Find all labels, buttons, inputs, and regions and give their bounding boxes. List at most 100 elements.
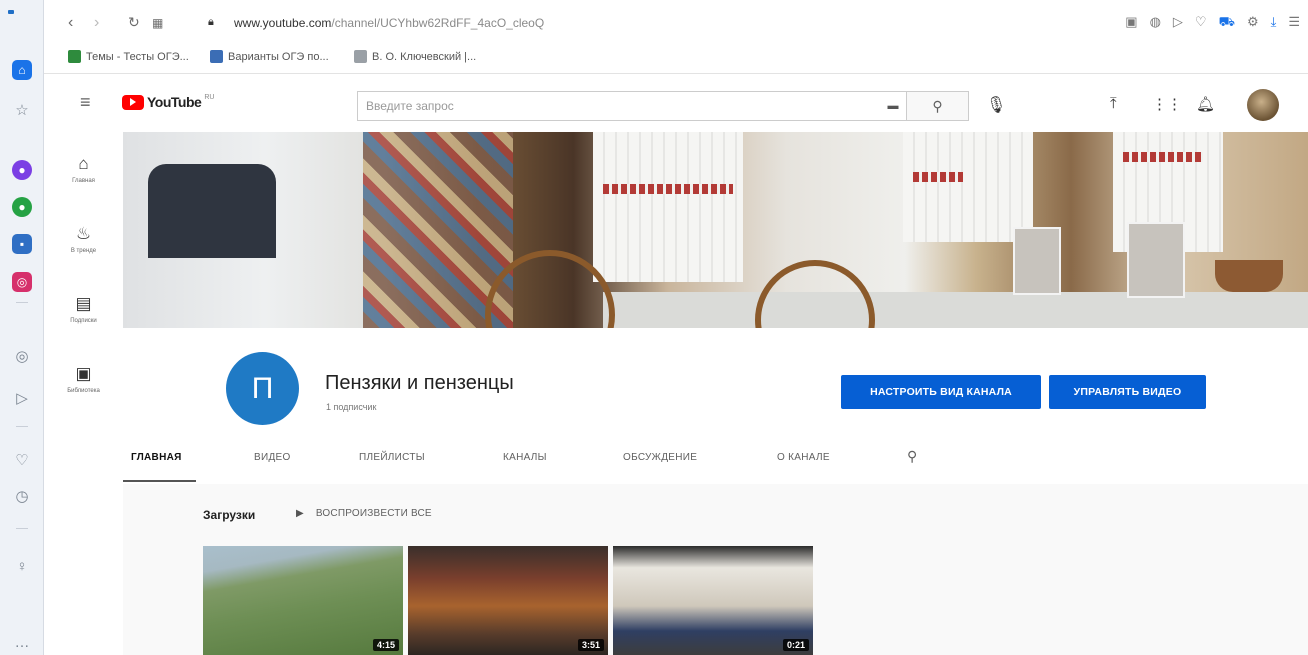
banner-pot <box>1215 260 1283 292</box>
home-icon: ⌂ <box>78 154 89 173</box>
whatsapp-icon[interactable]: ● <box>12 197 32 217</box>
download-icon[interactable]: ⤓ <box>1271 14 1277 32</box>
search-icon: ⚲ <box>932 97 943 114</box>
screenshot-icon[interactable]: ▣ <box>1125 14 1137 32</box>
heart-icon[interactable]: ♡ <box>1195 14 1207 32</box>
shelf-title[interactable]: Загрузки <box>203 508 255 522</box>
forward-icon[interactable]: › <box>94 14 99 32</box>
tab-discussion[interactable]: ОБСУЖДЕНИЕ <box>623 452 697 463</box>
youtube-masthead: ≡ YouTube RU ▬ ⚲ 🎙︎ ⤒ ⋮⋮ 🔔︎ <box>44 74 1308 132</box>
banner-cloth <box>903 132 1033 242</box>
guide-item-home[interactable]: ⌂ Главная <box>44 154 123 184</box>
vk-icon[interactable]: ▪ <box>12 234 32 254</box>
trending-icon: ♨ <box>75 224 92 243</box>
guide-label: Главная <box>72 178 95 184</box>
microphone-icon[interactable]: 🎙︎ <box>986 95 1006 115</box>
browser-window: ⌂ ☆ ● ● ▪ ◎ ◎ ▷ ♡ ◷ ♀ … ‹ › ↻ ▦ 🔒︎ www.y… <box>0 0 1308 655</box>
heart-icon[interactable]: ♡ <box>12 450 32 470</box>
video-thumbnail[interactable]: 0:21 <box>613 546 813 655</box>
active-tab-underline <box>123 480 196 482</box>
banner-embroidery <box>603 184 733 194</box>
video-thumbnail[interactable]: 3:51 <box>408 546 608 655</box>
more-icon[interactable]: … <box>12 632 32 652</box>
url-path: /channel/UCYhbw62RdFF_4acO_cleoQ <box>331 16 545 30</box>
search-box: ▬ ⚲ <box>357 91 969 121</box>
search-input[interactable] <box>358 92 880 120</box>
guide-item-subscriptions[interactable]: ▤ Подписки <box>44 294 123 324</box>
channel-header: П Пензяки и пензенцы 1 подписчик НАСТРОИ… <box>123 328 1308 484</box>
cart-icon[interactable]: ⛟ <box>1219 14 1235 32</box>
channel-content: Загрузки ▶ ВОСПРОИЗВЕСТИ ВСЕ 4:15 3:51 0… <box>123 484 1308 655</box>
video-duration: 4:15 <box>372 639 399 651</box>
menu-icon[interactable]: ≡ <box>80 92 91 113</box>
banner-cloth <box>593 132 743 282</box>
logo-wordmark: YouTube <box>147 94 202 110</box>
play-all-button[interactable]: ▶ ВОСПРОИЗВЕСТИ ВСЕ <box>296 508 432 519</box>
lock-icon: 🔒︎ <box>208 16 214 28</box>
youtube-guide: ⌂ Главная ♨ В тренде ▤ Подписки ▣ Библио… <box>44 132 123 655</box>
notifications-bell-icon[interactable]: 🔔︎ <box>1196 95 1215 113</box>
channel-tabs: ГЛАВНАЯ ВИДЕО ПЛЕЙЛИСТЫ КАНАЛЫ ОБСУЖДЕНИ… <box>123 444 1023 482</box>
customize-channel-button[interactable]: НАСТРОИТЬ ВИД КАНАЛА <box>841 375 1041 409</box>
tab-videos[interactable]: ВИДЕО <box>254 452 291 463</box>
tabs-grid-icon[interactable]: ▦ <box>152 16 163 30</box>
url-domain: www.youtube.com <box>234 16 332 30</box>
bookmark-favicon-icon <box>354 50 367 63</box>
menu-icon[interactable]: ☰ <box>1288 14 1300 32</box>
video-duration: 0:21 <box>782 639 809 651</box>
history-icon[interactable]: ◎ <box>12 346 32 366</box>
send-icon[interactable]: ▷ <box>1173 14 1183 32</box>
home-icon[interactable]: ⌂ <box>12 60 32 80</box>
banner-embroidery <box>1123 152 1203 162</box>
search-button[interactable]: ⚲ <box>906 92 968 120</box>
browser-toolbar: ‹ › ↻ ▦ 🔒︎ www.youtube.com/channel/UCYhb… <box>44 0 1308 74</box>
guide-label: Библиотека <box>67 388 100 394</box>
tab-home[interactable]: ГЛАВНАЯ <box>131 452 182 463</box>
address-bar[interactable]: www.youtube.com/channel/UCYhbw62RdFF_4ac… <box>234 16 544 30</box>
library-icon: ▣ <box>75 364 92 383</box>
play-icon: ▶ <box>296 508 304 519</box>
sidebar-divider <box>16 528 28 529</box>
send-icon[interactable]: ▷ <box>12 388 32 408</box>
bookmark-label: Варианты ОГЭ по... <box>228 50 329 63</box>
tab-playlists[interactable]: ПЛЕЙЛИСТЫ <box>359 452 425 463</box>
apps-grid-icon[interactable]: ⋮⋮ <box>1152 95 1182 113</box>
bookmark-item[interactable]: Варианты ОГЭ по... <box>210 50 329 63</box>
guide-item-trending[interactable]: ♨ В тренде <box>44 224 123 254</box>
channel-search-icon[interactable]: ⚲ <box>907 448 917 465</box>
browser-sidebar: ⌂ ☆ ● ● ▪ ◎ ◎ ▷ ♡ ◷ ♀ … <box>0 0 44 655</box>
channel-avatar[interactable]: П <box>226 352 299 425</box>
channel-banner <box>123 132 1308 328</box>
clock-icon[interactable]: ◷ <box>12 486 32 506</box>
reload-icon[interactable]: ↻ <box>128 14 140 31</box>
keyboard-icon[interactable]: ▬ <box>880 100 906 112</box>
banner-spinning-wheel <box>755 260 875 328</box>
shield-icon[interactable]: ◍ <box>1150 14 1161 32</box>
video-thumbnail[interactable]: 4:15 <box>203 546 403 655</box>
subscriber-count: 1 подписчик <box>326 402 377 412</box>
guide-item-library[interactable]: ▣ Библиотека <box>44 364 123 394</box>
tab-about[interactable]: О КАНАЛЕ <box>777 452 830 463</box>
star-icon[interactable]: ☆ <box>12 100 32 120</box>
instagram-icon[interactable]: ◎ <box>12 272 32 292</box>
guide-label: Подписки <box>70 318 97 324</box>
user-avatar[interactable] <box>1247 89 1279 121</box>
browser-extensions: ▣ ◍ ▷ ♡ ⛟ ⚙ ⤓ ☰ <box>1125 14 1300 32</box>
bookmark-favicon-icon <box>68 50 81 63</box>
logo-region: RU <box>204 94 215 101</box>
upload-icon[interactable]: ⤒ <box>1110 95 1117 112</box>
manage-videos-button[interactable]: УПРАВЛЯТЬ ВИДЕО <box>1049 375 1206 409</box>
bookmark-label: Темы - Тесты ОГЭ... <box>86 50 189 63</box>
bookmark-item[interactable]: В. О. Ключевский |... <box>354 50 476 63</box>
youtube-logo[interactable]: YouTube RU <box>122 94 214 110</box>
bulb-icon[interactable]: ♀ <box>12 556 32 576</box>
bookmark-item[interactable]: Темы - Тесты ОГЭ... <box>68 50 189 63</box>
subscriptions-icon: ▤ <box>75 294 92 313</box>
settings-icon[interactable]: ⚙ <box>1247 14 1259 32</box>
banner-photo <box>1013 227 1061 295</box>
messenger-icon[interactable]: ● <box>12 160 32 180</box>
back-icon[interactable]: ‹ <box>68 14 73 32</box>
bookmark-favicon-icon <box>210 50 223 63</box>
banner-photo <box>1127 222 1185 298</box>
tab-channels[interactable]: КАНАЛЫ <box>503 452 547 463</box>
